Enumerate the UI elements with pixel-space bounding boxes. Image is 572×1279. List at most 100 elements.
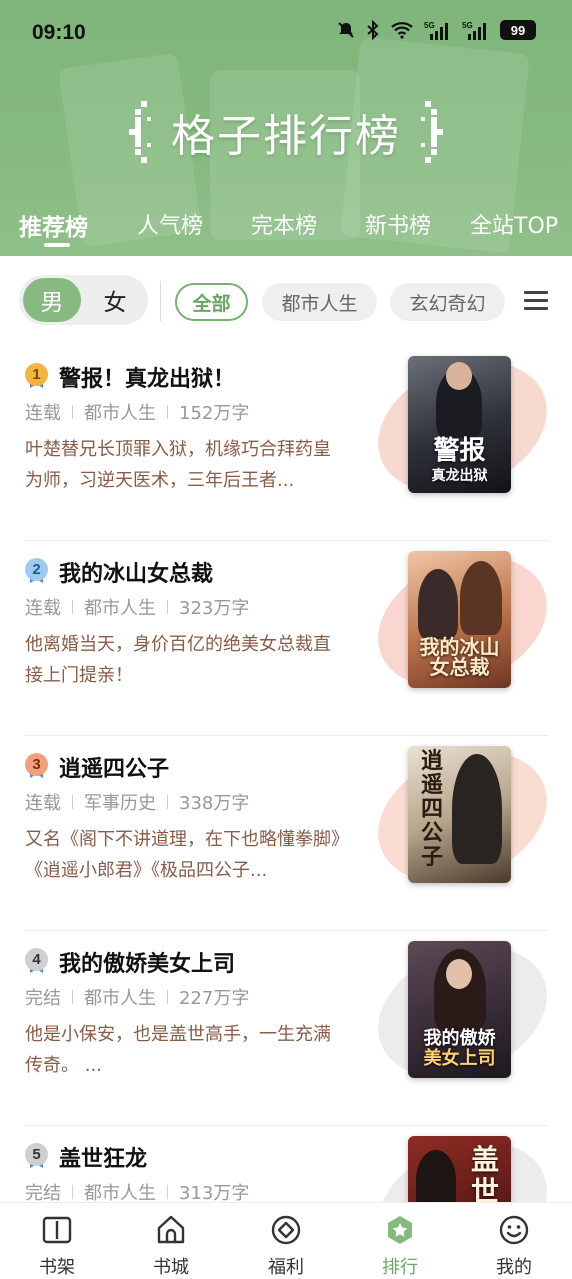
nav-label: 书架 (39, 1257, 75, 1278)
category-chip-fantasy[interactable]: 玄幻奇幻 (390, 283, 505, 321)
bluetooth-icon (367, 20, 379, 40)
ranking-icon (388, 1216, 412, 1244)
nav-label: 福利 (268, 1257, 304, 1278)
page-title: 格子排行榜 (171, 111, 401, 162)
book-word-count: 323万字 (179, 598, 250, 619)
book-description: 又名《阁下不讲道理，在下也略懂拳脚》《逍遥小郎君》《极品四公子... (25, 829, 340, 881)
gender-female-option[interactable]: 女 (86, 278, 144, 322)
rank-number: 1 (25, 363, 48, 386)
filter-bar: 男 女 全部 都市人生 玄幻奇幻 (0, 256, 572, 346)
page-title-area: 格子排行榜 (0, 92, 572, 172)
book-word-count: 227万字 (179, 988, 250, 1009)
book-meta: 连载 军事历史 338万字 (25, 789, 249, 815)
book-category: 军事历史 (84, 793, 156, 814)
mute-bell-icon (338, 22, 354, 38)
book-word-count: 152万字 (179, 403, 250, 424)
book-status: 连载 (25, 598, 61, 619)
rank-number: 2 (25, 558, 48, 581)
tab-new[interactable]: 新书榜 (365, 208, 431, 240)
tab-recommend[interactable]: 推荐榜 (19, 208, 88, 242)
cover-title: 逍遥四公子 (420, 748, 443, 870)
book-title: 逍遥四公子 (59, 757, 170, 782)
category-chip-all[interactable]: 全部 (175, 283, 248, 321)
book-category: 都市人生 (84, 403, 156, 424)
system-icons: 5G 5G 99 (336, 20, 536, 40)
ranking-list: 1 警报！真龙出狱！ 连载 都市人生 152万字 叶楚替兄长顶罪入狱，机缘巧合拜… (0, 346, 572, 1202)
cover-figure (418, 569, 458, 639)
book-title: 盖世狂龙 (59, 1147, 148, 1172)
book-category: 都市人生 (84, 1183, 156, 1202)
book-cover[interactable]: 我的冰山 女总裁 (408, 551, 511, 688)
book-item[interactable]: 2 我的冰山女总裁 连载 都市人生 323万字 他离婚当天，身价百亿的绝美女总裁… (0, 532, 572, 736)
bookshelf-icon (42, 1216, 72, 1244)
book-item[interactable]: 4 我的傲娇美女上司 完结 都市人生 227万字 他是小保安，也是盖世高手，一生… (0, 922, 572, 1126)
book-word-count: 313万字 (179, 1183, 250, 1202)
cover-figure (452, 754, 502, 864)
active-tab-indicator (44, 243, 70, 247)
rank-badge: 5 (25, 1143, 48, 1168)
rank-number: 3 (25, 753, 48, 776)
book-cover[interactable]: 盖世 (408, 1136, 511, 1202)
cover-figure-face (446, 362, 472, 390)
nav-bookstore[interactable]: 书城 (131, 1211, 211, 1278)
book-cover[interactable]: 我的傲娇 美女上司 (408, 941, 511, 1078)
book-status: 连载 (25, 403, 61, 424)
header-banner: 09:10 5G 5G 99 格子排行榜 推荐榜 人气榜 完本榜 新书榜 全站T… (0, 0, 572, 256)
nav-label: 排行 (382, 1257, 418, 1278)
svg-text:5G: 5G (462, 21, 473, 30)
nav-profile[interactable]: 我的 (474, 1211, 554, 1278)
book-status: 完结 (25, 1183, 61, 1202)
nav-welfare[interactable]: 福利 (246, 1211, 326, 1278)
book-item[interactable]: 3 逍遥四公子 连载 军事历史 338万字 又名《阁下不讲道理，在下也略懂拳脚》… (0, 727, 572, 931)
book-meta: 连载 都市人生 152万字 (25, 399, 249, 425)
tab-completed[interactable]: 完本榜 (251, 208, 317, 240)
bottom-navigation: 书架 书城 福利 排行 我的 (0, 1202, 572, 1279)
cover-figure (416, 1150, 456, 1202)
rank-badge: 3 (25, 753, 48, 778)
cover-figure (460, 561, 502, 635)
welfare-icon (271, 1215, 301, 1245)
cover-subtitle: 美女上司 (423, 1048, 496, 1069)
bookstore-icon (157, 1215, 185, 1244)
book-meta: 完结 都市人生 227万字 (25, 984, 249, 1010)
cover-figure-face (446, 959, 472, 989)
book-description: 叶楚替兄长顶罪入狱，机缘巧合拜药皇为师，习逆天医术，三年后王者... (25, 439, 331, 491)
nav-label: 书城 (153, 1257, 189, 1278)
book-title: 我的冰山女总裁 (59, 562, 214, 587)
cover-subtitle: 真龙出狱 (431, 468, 488, 484)
tab-popular[interactable]: 人气榜 (137, 208, 203, 240)
rank-badge: 2 (25, 558, 48, 583)
book-cover[interactable]: 逍遥四公子 (408, 746, 511, 883)
book-title: 我的傲娇美女上司 (59, 952, 236, 977)
nav-label: 我的 (496, 1257, 532, 1278)
book-description: 他离婚当天，身价百亿的绝美女总裁直接上门提亲！ (25, 634, 331, 686)
book-cover[interactable]: 警报 真龙出狱 (408, 356, 511, 493)
book-word-count: 338万字 (179, 793, 250, 814)
gender-male-option[interactable]: 男 (23, 278, 81, 322)
gender-toggle: 男 女 (19, 275, 148, 325)
battery-icon: 99 (500, 20, 536, 40)
nav-bookshelf[interactable]: 书架 (17, 1211, 97, 1278)
signal-5g-icon: 5G (462, 21, 486, 40)
book-title: 警报！真龙出狱！ (59, 367, 236, 392)
tab-site-top[interactable]: 全站TOP (470, 208, 558, 240)
category-chip-urban[interactable]: 都市人生 (262, 283, 377, 321)
category-menu-icon[interactable] (522, 287, 550, 315)
book-meta: 完结 都市人生 313万字 (25, 1179, 249, 1202)
book-status: 连载 (25, 793, 61, 814)
book-status: 完结 (25, 988, 61, 1009)
rank-number: 4 (25, 948, 48, 971)
wifi-icon (391, 22, 413, 39)
cover-title: 警报 (433, 436, 486, 466)
nav-ranking[interactable]: 排行 (360, 1211, 440, 1278)
rank-badge: 1 (25, 363, 48, 388)
cover-subtitle: 女总裁 (429, 655, 490, 679)
status-bar: 09:10 5G 5G 99 (0, 0, 572, 66)
book-category: 都市人生 (84, 988, 156, 1009)
right-bracket-ornament (421, 101, 443, 163)
book-description: 他是小保安，也是盖世高手，一生充满传奇。 ... (25, 1024, 331, 1076)
book-item[interactable]: 5 盖世狂龙 完结 都市人生 313万字 盖世 (0, 1117, 572, 1202)
book-meta: 连载 都市人生 323万字 (25, 594, 249, 620)
divider (160, 281, 161, 321)
book-item[interactable]: 1 警报！真龙出狱！ 连载 都市人生 152万字 叶楚替兄长顶罪入狱，机缘巧合拜… (0, 346, 572, 541)
